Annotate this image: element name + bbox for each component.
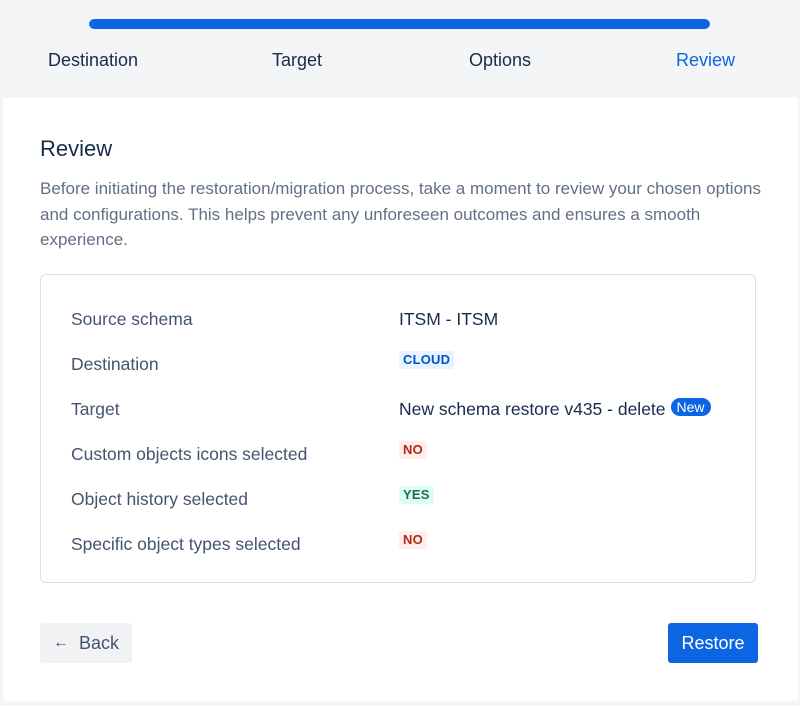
summary-value: NO	[399, 441, 427, 459]
summary-row-target: Target New schema restore v435 - delete …	[71, 397, 731, 421]
arrow-left-icon: ←	[52, 634, 69, 651]
summary-label: Specific object types selected	[71, 534, 301, 554]
progress-bar	[89, 19, 710, 29]
summary-box: Source schema ITSM - ITSM Destination CL…	[40, 274, 756, 583]
summary-value: ITSM - ITSM	[399, 309, 499, 329]
summary-label: Object history selected	[71, 489, 249, 509]
summary-value: CLOUD	[399, 351, 455, 369]
summary-label: Destination	[71, 354, 159, 374]
summary-label: Custom objects icons selected	[71, 444, 308, 464]
progress-bar-fill	[89, 19, 710, 29]
review-description: Before initiating the restoration/migrat…	[40, 179, 761, 249]
summary-value: New schema restore v435 - delete New	[399, 397, 711, 420]
new-badge: New	[670, 397, 711, 416]
summary-row-source-schema: Source schema ITSM - ITSM	[71, 307, 731, 331]
restore-button[interactable]: Restore	[668, 623, 758, 663]
summary-row-custom-icons: Custom objects icons selected NO	[71, 441, 731, 466]
summary-value: YES	[399, 486, 434, 504]
summary-row-object-history: Object history selected YES	[71, 486, 731, 511]
summary-label: Source schema	[71, 309, 193, 329]
destination-lozenge: CLOUD	[399, 351, 455, 369]
review-card: Review Before initiating the restoration…	[3, 98, 798, 701]
object-history-lozenge: YES	[399, 486, 434, 504]
page-title: Review	[40, 136, 113, 161]
step-target[interactable]: Target	[272, 50, 322, 70]
target-name: New schema restore v435 - delete	[399, 399, 666, 419]
summary-row-object-types: Specific object types selected NO	[71, 531, 731, 556]
step-options[interactable]: Options	[469, 50, 531, 70]
step-destination[interactable]: Destination	[48, 50, 138, 70]
summary-label: Target	[71, 399, 120, 419]
back-button[interactable]: ← Back	[40, 623, 132, 663]
step-review[interactable]: Review	[676, 50, 735, 70]
stepper: Destination Target Options Review	[0, 0, 800, 98]
summary-row-destination: Destination CLOUD	[71, 351, 731, 376]
summary-value: NO	[399, 531, 427, 549]
custom-icons-lozenge: NO	[399, 441, 427, 459]
back-button-label: Back	[78, 632, 120, 653]
object-types-lozenge: NO	[399, 531, 427, 549]
